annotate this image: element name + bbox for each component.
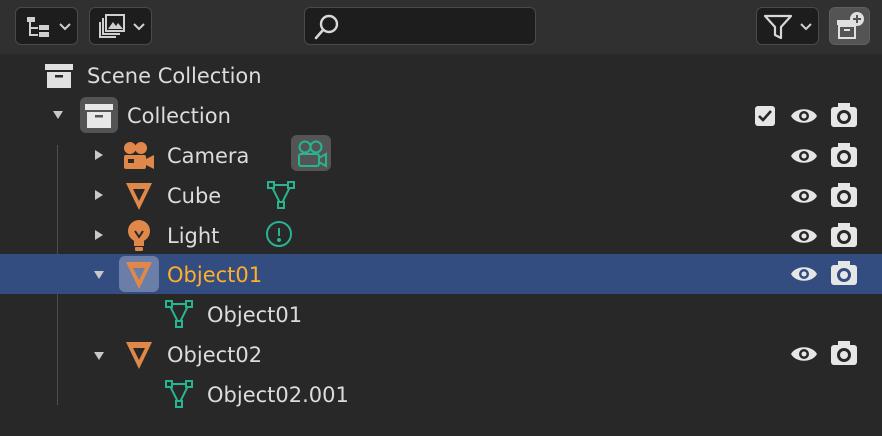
eye-icon[interactable] — [790, 262, 818, 286]
tree-row-object01[interactable]: Object01 — [0, 254, 882, 294]
camera-render-icon[interactable] — [830, 222, 858, 248]
chevron-down-icon — [133, 23, 145, 31]
tree-row-object02-mesh[interactable]: Object02.001 — [0, 376, 882, 416]
tree-row-camera[interactable]: Camera — [0, 135, 882, 176]
new-collection-icon — [837, 12, 864, 39]
light-data-icon[interactable] — [264, 220, 294, 252]
collection-label: Collection — [127, 104, 231, 128]
chevron-down-icon — [800, 23, 812, 31]
camera-render-icon[interactable] — [830, 260, 858, 286]
object01-mesh-label: Object01 — [207, 303, 303, 327]
light-object-icon — [128, 220, 150, 251]
camera-render-icon[interactable] — [830, 340, 858, 366]
object02-mesh-label: Object02.001 — [207, 383, 349, 407]
mesh-data-icon — [165, 380, 193, 408]
eye-icon[interactable] — [790, 104, 818, 128]
search-input[interactable] — [304, 7, 536, 45]
expand-right-icon[interactable] — [93, 149, 105, 161]
search-icon — [314, 14, 339, 40]
cube-label: Cube — [167, 184, 222, 208]
camera-render-icon[interactable] — [830, 102, 858, 128]
mesh-data-icon[interactable] — [266, 180, 296, 210]
eye-icon[interactable] — [790, 184, 818, 208]
expand-down-icon[interactable] — [93, 350, 105, 362]
outliner-tree-icon — [27, 17, 49, 37]
object02-label: Object02 — [167, 343, 263, 367]
object01-label: Object01 — [167, 263, 263, 287]
chevron-down-icon — [59, 23, 71, 31]
scene-collection-label: Scene Collection — [87, 64, 262, 88]
camera-data-icon — [298, 140, 327, 168]
tree-row-collection[interactable]: Collection — [0, 96, 882, 136]
expand-down-icon[interactable] — [52, 109, 64, 121]
library-icon — [99, 14, 125, 38]
eye-icon[interactable] — [790, 342, 818, 366]
outliner-header — [0, 0, 882, 54]
expand-right-icon[interactable] — [93, 229, 105, 241]
light-label: Light — [167, 224, 220, 248]
display-mode-dropdown[interactable] — [15, 7, 78, 45]
camera-object-icon — [124, 142, 154, 169]
collection-icon — [85, 104, 113, 128]
mesh-object-icon — [126, 342, 152, 369]
checkbox-checked-icon[interactable] — [754, 105, 776, 127]
camera-render-icon[interactable] — [830, 182, 858, 208]
camera-label: Camera — [167, 144, 250, 168]
tree-row-cube[interactable]: Cube — [0, 176, 882, 216]
camera-render-icon[interactable] — [830, 142, 858, 168]
mesh-object-icon — [126, 183, 152, 210]
tree-row-object01-mesh[interactable]: Object01 — [0, 296, 882, 336]
tree-row-scene-collection[interactable]: Scene Collection — [0, 56, 882, 96]
eye-icon[interactable] — [790, 224, 818, 248]
scene-collection-icon — [45, 64, 73, 88]
expand-right-icon[interactable] — [93, 189, 105, 201]
filter-library-dropdown[interactable] — [89, 7, 152, 45]
mesh-data-icon — [165, 300, 193, 328]
tree-row-light[interactable]: Light — [0, 216, 882, 256]
new-collection-button[interactable] — [829, 7, 870, 45]
expand-down-icon[interactable] — [93, 269, 105, 281]
filter-dropdown[interactable] — [756, 7, 819, 45]
tree-row-object02[interactable]: Object02 — [0, 336, 882, 376]
mesh-object-icon — [126, 262, 152, 289]
filter-icon — [763, 14, 793, 40]
eye-icon[interactable] — [790, 144, 818, 168]
